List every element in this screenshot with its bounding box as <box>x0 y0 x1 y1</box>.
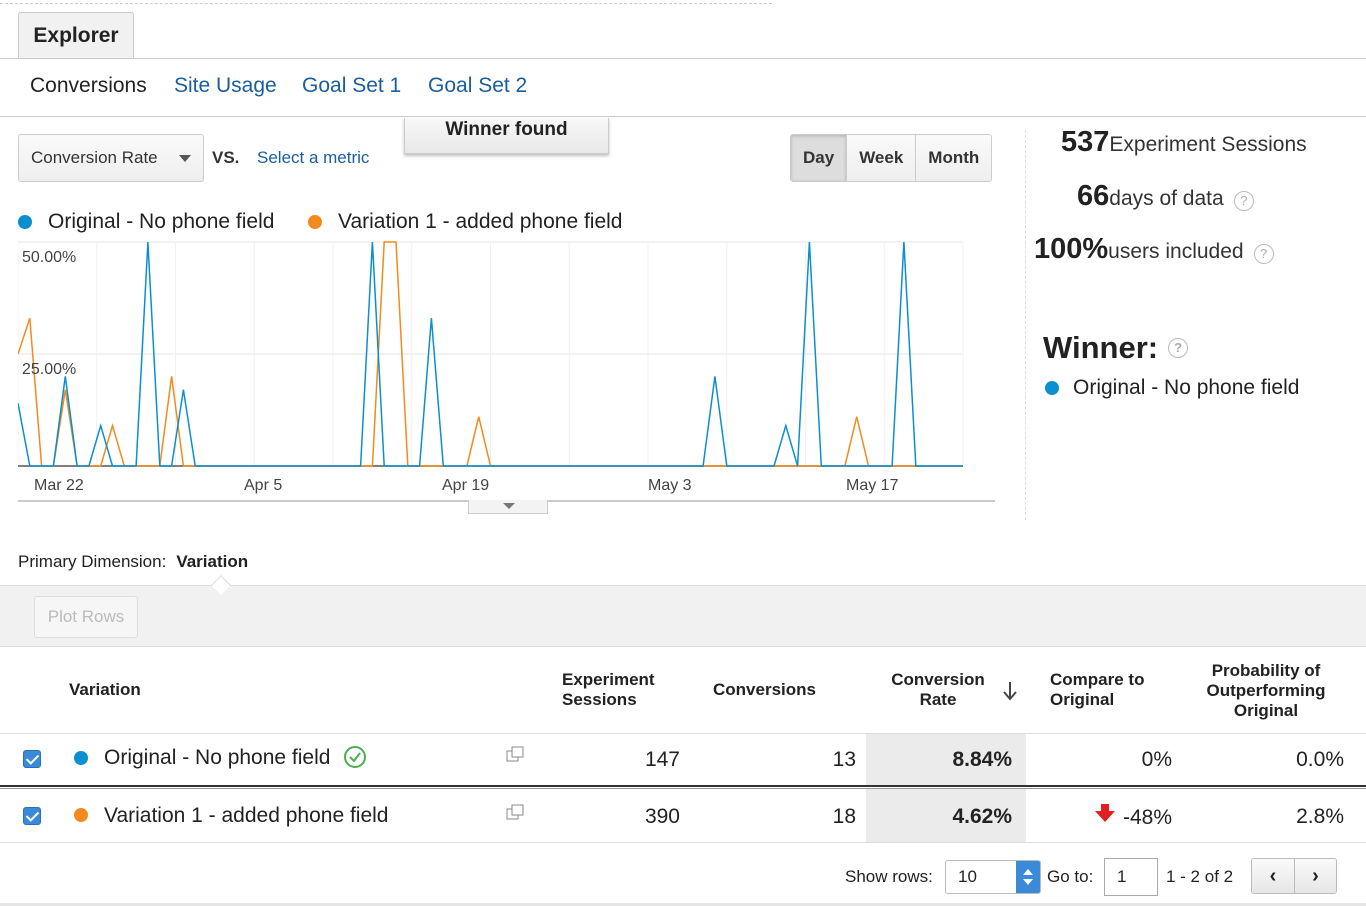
stat-users-value: 100% <box>1034 233 1109 265</box>
primary-dimension-value[interactable]: Variation <box>176 552 248 571</box>
period-day-button[interactable]: Day <box>791 135 847 181</box>
col-header-sessions[interactable]: Experiment Sessions <box>562 670 672 710</box>
winner-check-icon <box>344 746 366 768</box>
row-compare: 0% <box>1141 748 1172 771</box>
metric-select[interactable]: Conversion Rate <box>18 134 204 182</box>
winner-heading: Winner: ? <box>1043 330 1189 366</box>
stat-days: 66 days of data ? <box>1077 180 1254 213</box>
stats-divider <box>1025 130 1026 520</box>
legend-label: Original - No phone field <box>48 210 275 233</box>
legend-variation: Variation 1 - added phone field <box>308 210 622 234</box>
x-tick-label: Apr 5 <box>244 477 282 494</box>
subtab-goal-set-2[interactable]: Goal Set 2 <box>428 74 527 98</box>
help-icon[interactable]: ? <box>1233 191 1254 211</box>
row-conversions: 13 <box>832 748 856 771</box>
show-rows-label: Show rows: <box>845 867 933 886</box>
series-dot-icon <box>74 751 88 765</box>
goto-input[interactable]: 1 <box>1104 858 1158 896</box>
series-dot-icon <box>308 215 322 229</box>
next-page-button[interactable]: › <box>1293 859 1336 893</box>
show-rows-select[interactable]: 10 <box>945 860 1041 894</box>
col-header-probability[interactable]: Probability of Outperforming Original <box>1196 661 1336 721</box>
subtab-divider <box>0 116 1366 117</box>
goto-label: Go to: <box>1047 867 1094 886</box>
primary-dimension: Primary Dimension: Variation <box>18 552 248 572</box>
prev-page-button[interactable]: ‹ <box>1252 859 1294 893</box>
tab-divider <box>0 58 1366 59</box>
row-conversion-rate: 8.84% <box>952 748 1012 771</box>
row-compare: -48% <box>1122 806 1172 829</box>
winner-value: Original - No phone field <box>1045 376 1299 400</box>
chart-labels: 50.00% 25.00% Mar 22 Apr 5 Apr 19 May 3 May 17 <box>22 249 899 494</box>
col-header-compare[interactable]: Compare to Original <box>1050 670 1160 710</box>
row-probability: 2.8% <box>1296 805 1344 828</box>
row-probability: 0.0% <box>1296 748 1344 771</box>
row-checkbox[interactable] <box>23 750 41 768</box>
select-metric-link[interactable]: Select a metric <box>257 148 369 168</box>
stepper-icon <box>1016 861 1040 893</box>
x-tick-label: May 17 <box>846 477 899 494</box>
pagination: ‹ › <box>1251 858 1337 894</box>
col-header-conversion-rate[interactable]: Conversion Rate <box>880 670 996 710</box>
x-tick-label: Mar 22 <box>34 477 84 494</box>
y-tick-label: 50.00% <box>22 249 76 266</box>
chevron-down-icon <box>179 155 191 162</box>
table-toolbar <box>0 585 1366 647</box>
pagination-range: 1 - 2 of 2 <box>1166 867 1234 886</box>
chart-collapse-handle[interactable] <box>468 500 548 514</box>
row-sessions: 147 <box>644 748 680 771</box>
stat-users: 100% users included ? <box>1034 233 1274 266</box>
col-header-variation[interactable]: Variation <box>69 680 141 700</box>
top-dashed-border <box>0 0 772 4</box>
x-tick-label: May 3 <box>648 477 692 494</box>
row-conversions: 18 <box>832 805 856 828</box>
chart-grid <box>18 241 964 467</box>
series-dot-icon <box>1045 381 1059 395</box>
row-variation-name[interactable]: Variation 1 - added phone field <box>104 804 388 828</box>
period-week-button[interactable]: Week <box>846 135 916 181</box>
legend-original: Original - No phone field <box>18 210 274 234</box>
stat-sessions-label: Experiment Sessions <box>1109 133 1307 156</box>
show-rows-value: 10 <box>958 867 977 886</box>
series-dot-icon <box>18 215 32 229</box>
col-header-conversions[interactable]: Conversions <box>713 680 816 700</box>
row-checkbox[interactable] <box>23 807 41 825</box>
conversion-rate-chart: 50.00% 25.00% Mar 22 Apr 5 Apr 19 May 3 May 17 <box>18 241 964 494</box>
legend-label: Variation 1 - added phone field <box>338 210 623 233</box>
winner-found-badge: Winner found <box>404 118 609 154</box>
x-tick-label: Apr 19 <box>442 477 489 494</box>
plot-rows-button[interactable]: Plot Rows <box>34 596 138 638</box>
y-tick-label: 25.00% <box>22 361 76 378</box>
stat-days-label: days of data <box>1109 187 1224 210</box>
stat-sessions-value: 537 <box>1061 126 1110 158</box>
series-dot-icon <box>74 808 88 822</box>
help-icon[interactable]: ? <box>1168 338 1189 358</box>
subtab-site-usage[interactable]: Site Usage <box>174 74 277 98</box>
subtab-goal-set-1[interactable]: Goal Set 1 <box>302 74 401 98</box>
row-sessions: 390 <box>644 805 680 828</box>
primary-dimension-label: Primary Dimension: <box>18 552 167 571</box>
stat-users-label: users included <box>1108 240 1244 263</box>
expand-icon[interactable] <box>506 804 524 820</box>
tab-explorer[interactable]: Explorer <box>18 12 134 59</box>
stat-days-value: 66 <box>1077 180 1110 212</box>
row-conversion-rate: 4.62% <box>952 805 1012 828</box>
row-variation-name[interactable]: Original - No phone field <box>104 746 330 770</box>
subtab-conversions[interactable]: Conversions <box>30 74 147 98</box>
period-month-button[interactable]: Month <box>915 135 992 181</box>
stat-sessions: 537 Experiment Sessions <box>1061 126 1307 159</box>
expand-icon[interactable] <box>506 746 524 762</box>
period-toggle: Day Week Month <box>790 134 993 182</box>
winner-label: Winner: <box>1043 330 1159 365</box>
metric-select-value: Conversion Rate <box>31 148 158 167</box>
vs-label: VS. <box>212 148 240 167</box>
winner-name: Original - No phone field <box>1073 376 1300 399</box>
sort-down-icon[interactable] <box>1002 680 1018 702</box>
help-icon[interactable]: ? <box>1253 244 1274 264</box>
